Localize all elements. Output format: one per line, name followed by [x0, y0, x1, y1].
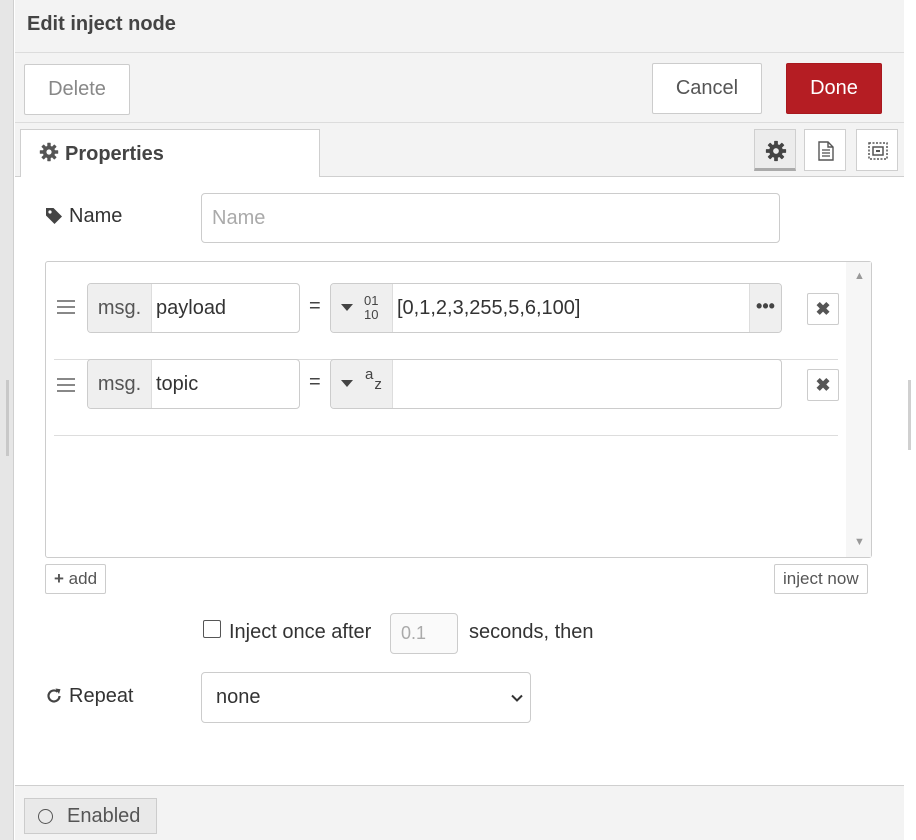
edit-tray: Edit inject node Delete Cancel Done Prop…: [15, 0, 904, 840]
gear-icon: [39, 142, 59, 162]
close-icon: ✖: [815, 375, 831, 395]
close-icon: ✖: [815, 299, 831, 319]
appearance-icon: [868, 142, 888, 160]
workspace-left-edge: [0, 0, 14, 840]
name-label: Name: [45, 205, 122, 228]
tray-footer: Enabled: [15, 785, 904, 840]
tab-properties[interactable]: Properties: [20, 129, 320, 178]
add-property-label: add: [68, 569, 98, 588]
scroll-down-arrow-icon[interactable]: ▼: [854, 536, 865, 548]
tab-properties-label: Properties: [65, 143, 164, 165]
msg-prefix: msg.: [88, 360, 152, 408]
chevron-down-icon: [511, 694, 523, 702]
inject-now-button[interactable]: inject now: [774, 564, 868, 594]
type-selector[interactable]: az: [331, 360, 393, 408]
enabled-toggle[interactable]: Enabled: [24, 798, 157, 834]
description-icon: [818, 141, 834, 161]
name-label-text: Name: [69, 205, 123, 227]
caret-down-icon: [341, 380, 353, 387]
inject-once-label: Inject once after: [229, 621, 372, 643]
tray-toolbar: Delete Cancel Done: [15, 53, 904, 123]
number-type-icon: 01 10: [364, 293, 379, 322]
scroll-up-arrow-icon[interactable]: ▲: [854, 270, 865, 282]
property-key-field[interactable]: msg. topic: [87, 359, 300, 409]
resize-grip[interactable]: [6, 380, 9, 456]
enabled-label: Enabled: [67, 805, 141, 827]
drag-handle-icon[interactable]: [57, 378, 75, 394]
properties-panel: Name ▲ ▼ msg. payload = 0110: [15, 177, 904, 785]
property-key: topic: [156, 373, 199, 395]
remove-property-button[interactable]: ✖: [807, 293, 839, 325]
gear-icon: [765, 140, 787, 162]
type-selector[interactable]: 01 10: [331, 284, 393, 332]
drag-handle-icon[interactable]: [57, 300, 75, 316]
property-list: ▲ ▼ msg. payload = 01 10 [0,1,2,3,255,5,…: [45, 261, 872, 558]
tab-description[interactable]: [804, 129, 846, 171]
circle-icon: [38, 809, 53, 824]
repeat-label: Repeat: [45, 685, 134, 708]
inject-delay-input[interactable]: [390, 613, 458, 654]
tag-icon: [46, 208, 62, 224]
property-value: [0,1,2,3,255,5,6,100]: [397, 297, 581, 319]
equals-sign: =: [309, 371, 321, 393]
property-row-topic: msg. topic = az ✖: [46, 359, 846, 436]
resize-grip-right[interactable]: [908, 380, 911, 450]
repeat-selected-value: none: [216, 686, 261, 708]
tab-appearance[interactable]: [856, 129, 898, 171]
property-value-field[interactable]: 01 10 [0,1,2,3,255,5,6,100] •••: [330, 283, 782, 333]
row-divider: [54, 435, 838, 436]
refresh-icon: [47, 688, 61, 703]
property-list-scrollbar[interactable]: [846, 262, 871, 557]
done-button[interactable]: Done: [786, 63, 882, 114]
msg-prefix: msg.: [88, 284, 152, 332]
tray-title: Edit inject node: [15, 0, 904, 53]
inject-once-suffix: seconds, then: [469, 621, 594, 643]
expand-editor-button[interactable]: •••: [749, 284, 781, 332]
property-key: payload: [156, 297, 227, 319]
property-row-payload: msg. payload = 01 10 [0,1,2,3,255,5,6,100…: [46, 283, 846, 360]
string-type-icon: az: [365, 366, 382, 393]
tab-bar: Properties: [15, 123, 904, 178]
caret-down-icon: [341, 304, 353, 311]
plus-icon: +: [54, 569, 64, 588]
cancel-button[interactable]: Cancel: [652, 63, 762, 114]
remove-property-button[interactable]: ✖: [807, 369, 839, 401]
delete-button[interactable]: Delete: [24, 64, 130, 115]
property-value-field[interactable]: az: [330, 359, 782, 409]
add-property-button[interactable]: + add: [45, 564, 107, 594]
inject-once-checkbox[interactable]: [203, 620, 221, 638]
repeat-select[interactable]: none: [201, 672, 531, 723]
equals-sign: =: [309, 295, 321, 317]
property-key-field[interactable]: msg. payload: [87, 283, 300, 333]
workspace-right-edge: [904, 0, 916, 840]
name-input[interactable]: [201, 193, 780, 243]
tab-node-properties[interactable]: [754, 129, 796, 171]
repeat-label-text: Repeat: [69, 685, 134, 707]
